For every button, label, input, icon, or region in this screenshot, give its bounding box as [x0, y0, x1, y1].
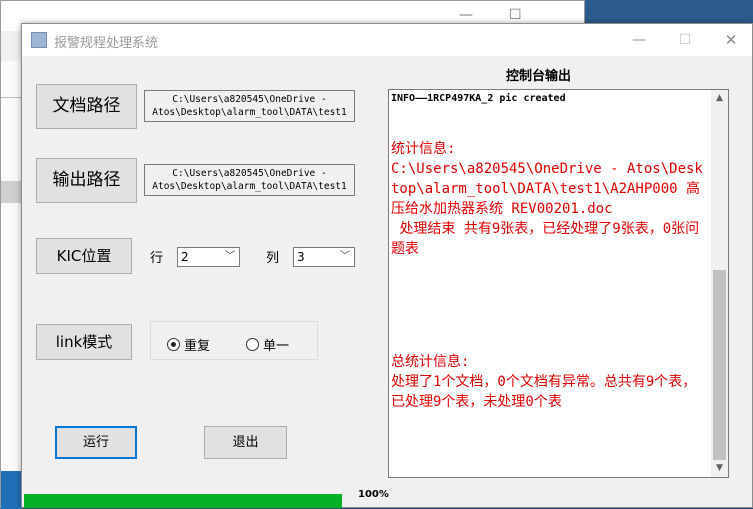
progress-bar — [24, 494, 342, 508]
console-scrollbar[interactable]: ▲ ▼ — [711, 90, 728, 477]
doc-path-button[interactable]: 文档路径 — [36, 84, 137, 129]
scroll-up-icon[interactable]: ▲ — [711, 90, 728, 107]
close-icon: ✕ — [724, 31, 738, 49]
row-select-value: 2 — [181, 250, 189, 264]
radio-single-indicator[interactable] — [246, 338, 259, 351]
chevron-down-icon: ﹀ — [225, 251, 235, 262]
taskbar-strip — [1, 471, 23, 509]
console-total-stats: 总统计信息: 处理了1个文档，0个文档有异常。总共有9个表，已处理9个表，未处理… — [391, 354, 697, 410]
background-divider — [1, 97, 23, 98]
console-stats: 统计信息: C:\Users\a820545\OneDrive - Atos\D… — [391, 141, 703, 257]
row-select[interactable]: 2 ﹀ — [177, 247, 240, 267]
column-label: 列 — [266, 251, 280, 266]
maximize-icon: ☐ — [678, 32, 692, 48]
output-path-field[interactable]: C:\Users\a820545\OneDrive - Atos\Desktop… — [144, 164, 355, 196]
column-select-value: 3 — [297, 250, 305, 264]
radio-repeat-label: 重复 — [184, 339, 211, 354]
doc-path-field[interactable]: C:\Users\a820545\OneDrive - Atos\Desktop… — [144, 90, 355, 122]
progress-fill — [24, 494, 342, 508]
exit-button[interactable]: 退出 — [204, 426, 287, 459]
column-select[interactable]: 3 ﹀ — [293, 247, 355, 267]
radio-single-label: 单一 — [263, 339, 290, 354]
background-selected-row — [1, 181, 23, 203]
radio-single[interactable]: 单一 — [246, 335, 289, 354]
scroll-down-icon[interactable]: ▼ — [711, 460, 728, 477]
window-title: 报警规程处理系统 — [54, 36, 159, 51]
minimize-button[interactable]: — — [616, 24, 662, 56]
output-path-button[interactable]: 输出路径 — [36, 158, 137, 203]
console-title: 控制台输出 — [506, 69, 572, 84]
run-button[interactable]: 运行 — [55, 426, 137, 459]
minimize-icon: — — [632, 32, 646, 48]
link-mode-button[interactable]: link模式 — [36, 324, 132, 360]
console-first-line: INFO——1RCP497KA_2 pic created — [391, 93, 566, 104]
console-output[interactable]: INFO——1RCP497KA_2 pic created 统计信息: C:\U… — [388, 89, 729, 478]
background-minimize-icon: — — [459, 7, 473, 23]
app-icon — [31, 32, 47, 48]
kic-position-button[interactable]: KIC位置 — [36, 238, 132, 274]
chevron-down-icon: ﹀ — [340, 251, 350, 262]
scroll-thumb[interactable] — [713, 270, 726, 460]
close-button[interactable]: ✕ — [708, 24, 753, 56]
titlebar: 报警规程处理系统 — ☐ ✕ — [22, 24, 752, 56]
background-maximize-icon: ☐ — [509, 7, 522, 23]
radio-repeat-indicator[interactable] — [167, 338, 180, 351]
radio-repeat[interactable]: 重复 — [167, 335, 210, 354]
maximize-button[interactable]: ☐ — [662, 24, 708, 56]
progress-label: 100% — [358, 489, 389, 500]
main-window: 报警规程处理系统 — ☐ ✕ 文档路径 C:\Users\a820545\One… — [21, 23, 753, 508]
row-label: 行 — [150, 251, 164, 266]
